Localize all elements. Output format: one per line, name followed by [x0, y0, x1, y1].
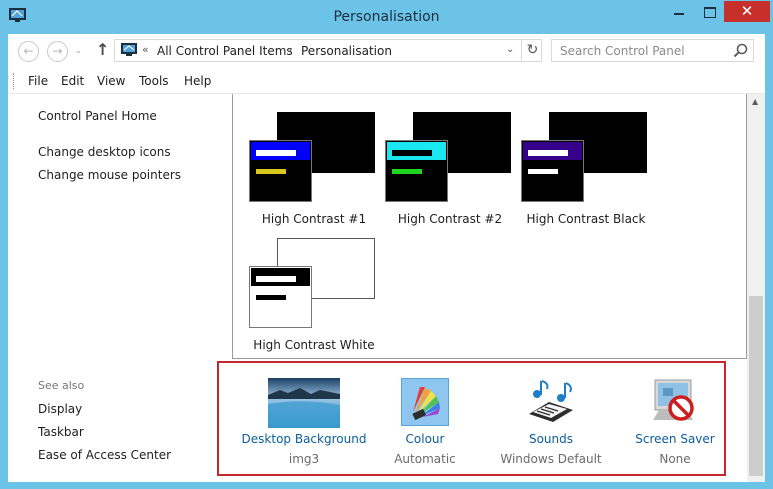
landscape-icon: [268, 378, 340, 428]
ease-of-access-center-link[interactable]: Ease of Access Center: [38, 448, 171, 462]
close-button[interactable]: ✕: [724, 1, 770, 22]
change-mouse-pointers-link[interactable]: Change mouse pointers: [38, 168, 181, 182]
sounds-setting[interactable]: Sounds Windows Default: [481, 363, 621, 473]
forward-button[interactable]: →: [47, 41, 68, 62]
colour-value: Automatic: [394, 452, 456, 466]
screen-saver-title: Screen Saver: [635, 432, 715, 446]
menu-file[interactable]: File: [28, 74, 48, 88]
theme-preview-front: [521, 140, 584, 202]
navigation-bar: ← → ⌄ ↑ « All Control Panel Items › Pers…: [8, 34, 765, 67]
breadcrumb-all-control-panel-items[interactable]: All Control Panel Items: [157, 44, 293, 58]
search-icon[interactable]: [733, 43, 749, 59]
control-panel-home-link[interactable]: Control Panel Home: [38, 109, 157, 123]
screen-saver-icon: [653, 379, 694, 421]
refresh-icon[interactable]: ↻: [521, 39, 543, 62]
title-bar[interactable]: Personalisation ✕: [0, 0, 773, 34]
menu-edit[interactable]: Edit: [61, 74, 84, 88]
maximize-button[interactable]: [694, 1, 724, 22]
colour-setting[interactable]: Colour Automatic: [355, 363, 495, 473]
theme-high-contrast-black[interactable]: High Contrast Black: [521, 112, 651, 232]
display-link[interactable]: Display: [38, 402, 82, 416]
vertical-scrollbar[interactable]: ▲: [747, 94, 765, 482]
breadcrumb-personalisation[interactable]: Personalisation: [301, 44, 392, 58]
sounds-title: Sounds: [528, 432, 574, 446]
scroll-thumb[interactable]: [749, 296, 763, 476]
colour-swatch-icon: [401, 378, 449, 426]
address-dropdown-icon[interactable]: ⌄: [506, 44, 514, 55]
menu-bar: File Edit View Tools Help: [8, 67, 765, 94]
forward-arrow-icon: →: [52, 44, 63, 58]
control-panel-icon: [121, 43, 137, 56]
window: Personalisation ✕ ← → ⌄ ↑ « All Control …: [0, 0, 773, 489]
menu-help[interactable]: Help: [184, 74, 211, 88]
window-client: ← → ⌄ ↑ « All Control Panel Items › Pers…: [8, 34, 765, 482]
theme-label: High Contrast Black: [526, 212, 646, 226]
colour-title: Colour: [405, 432, 445, 446]
close-icon: ✕: [740, 2, 754, 20]
desktop-background-title: Desktop Background: [241, 432, 367, 446]
theme-label: High Contrast White: [253, 338, 375, 352]
desktop-background-setting[interactable]: Desktop Background img3: [234, 363, 374, 473]
screen-saver-value: None: [659, 452, 691, 466]
scroll-up-icon[interactable]: ▲: [752, 97, 758, 106]
change-desktop-icons-link[interactable]: Change desktop icons: [38, 145, 171, 159]
sounds-value: Windows Default: [500, 452, 602, 466]
breadcrumb-chevron-icon[interactable]: ›: [288, 43, 292, 56]
theme-high-contrast-white[interactable]: High Contrast White: [249, 238, 379, 358]
back-arrow-icon: ←: [23, 44, 34, 58]
screen-saver-setting[interactable]: Screen Saver None: [605, 363, 745, 473]
menu-tools[interactable]: Tools: [139, 74, 169, 88]
music-notes-icon: [529, 380, 573, 422]
breadcrumb-overflow-icon[interactable]: «: [142, 43, 149, 56]
back-button[interactable]: ←: [18, 41, 39, 62]
theme-preview-front: [385, 140, 448, 202]
address-bar[interactable]: « All Control Panel Items › Personalisat…: [114, 39, 542, 62]
minimize-button[interactable]: [664, 1, 694, 22]
menu-grip: [13, 73, 15, 89]
recent-pages-dropdown[interactable]: ⌄: [75, 46, 82, 55]
desktop-background-value: img3: [288, 452, 320, 466]
taskbar-link[interactable]: Taskbar: [38, 425, 84, 439]
theme-preview-front: [249, 140, 312, 202]
search-placeholder: Search Control Panel: [560, 44, 685, 58]
theme-high-contrast-1[interactable]: High Contrast #1: [249, 112, 379, 232]
theme-high-contrast-2[interactable]: High Contrast #2: [385, 112, 515, 232]
personalisation-settings: Desktop Background img3 Colour Automatic: [217, 361, 726, 476]
see-also-heading: See also: [38, 379, 85, 392]
theme-preview-front: [249, 266, 312, 328]
menu-view[interactable]: View: [97, 74, 125, 88]
search-box[interactable]: Search Control Panel: [551, 39, 754, 62]
up-button[interactable]: ↑: [96, 40, 109, 59]
window-title: Personalisation: [333, 9, 440, 25]
theme-gallery: High Contrast #1 High Contrast #2 High C…: [232, 94, 747, 359]
